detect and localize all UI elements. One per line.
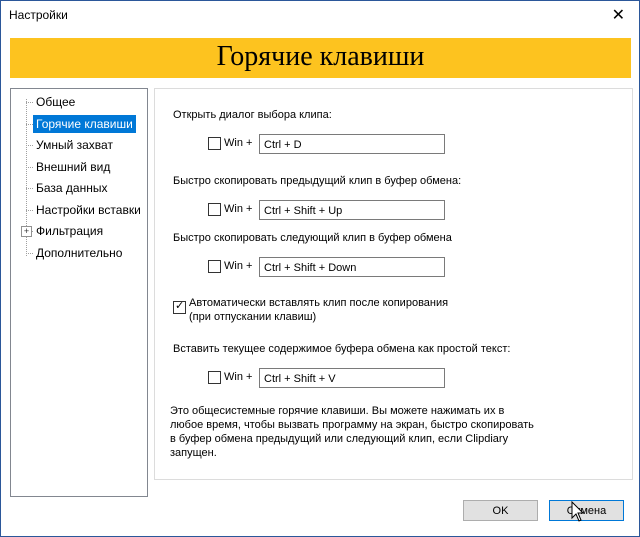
tree-connector — [26, 124, 33, 125]
tree-item-general[interactable]: Общее — [33, 93, 78, 111]
settings-window: Настройки ✕ Горячие клавиши Общее Горячи… — [0, 0, 640, 537]
copy-prev-win-checkbox[interactable] — [208, 203, 221, 216]
paste-plain-win-checkbox[interactable] — [208, 371, 221, 384]
info-text-line-4: запущен. — [170, 447, 217, 459]
paste-plain-label: Вставить текущее содержимое буфера обмен… — [173, 343, 511, 355]
tree-connector — [26, 167, 33, 168]
auto-paste-checkbox[interactable] — [173, 299, 186, 314]
mouse-cursor-icon — [571, 501, 585, 522]
copy-prev-hotkey-field[interactable]: Ctrl + Shift + Up — [259, 200, 445, 220]
info-text-line-3: в буфер обмена предыдущий или следующий … — [170, 433, 509, 445]
auto-paste-label: Автоматически вставлять клип после копир… — [189, 297, 449, 309]
info-text-line-1: Это общесистемные горячие клавиши. Вы мо… — [170, 405, 505, 417]
tree-item-advanced[interactable]: Дополнительно — [33, 244, 125, 262]
copy-prev-win-label: Win + — [224, 203, 253, 215]
open-dialog-hotkey-field[interactable]: Ctrl + D — [259, 134, 445, 154]
copy-next-hotkey-field[interactable]: Ctrl + Shift + Down — [259, 257, 445, 277]
copy-next-label: Быстро скопировать следующий клип в буфе… — [173, 232, 452, 244]
tree-connector — [26, 188, 33, 189]
header-banner: Горячие клавиши — [10, 38, 631, 78]
tree-item-paste-settings[interactable]: Настройки вставки — [33, 201, 144, 219]
hotkeys-panel: Открыть диалог выбора клипа: Win + Ctrl … — [154, 88, 633, 480]
open-dialog-win-label: Win + — [224, 137, 253, 149]
tree-item-appearance[interactable]: Внешний вид — [33, 158, 113, 176]
title-bar: Настройки ✕ — [1, 1, 639, 29]
banner-title: Горячие клавиши — [216, 41, 425, 72]
info-text-line-2: любое время, чтобы вызвать программу на … — [170, 419, 534, 431]
tree-connector — [26, 145, 33, 146]
window-title: Настройки — [9, 8, 68, 22]
open-dialog-label: Открыть диалог выбора клипа: — [173, 109, 332, 121]
copy-next-win-label: Win + — [224, 260, 253, 272]
tree-connector — [26, 102, 33, 103]
tree-item-database[interactable]: База данных — [33, 179, 110, 197]
auto-paste-sublabel: (при отпускании клавиш) — [189, 311, 317, 323]
copy-next-win-checkbox[interactable] — [208, 260, 221, 273]
expand-icon[interactable]: + — [21, 226, 32, 237]
tree-item-smart-capture[interactable]: Умный захват — [33, 136, 116, 154]
ok-button[interactable]: OK — [463, 500, 538, 521]
tree-connector — [26, 253, 33, 254]
tree-item-filtering[interactable]: Фильтрация — [33, 222, 106, 240]
close-icon[interactable]: ✕ — [612, 5, 625, 25]
paste-plain-win-label: Win + — [224, 371, 253, 383]
paste-plain-hotkey-field[interactable]: Ctrl + Shift + V — [259, 368, 445, 388]
cancel-button[interactable]: Отмена — [549, 500, 624, 521]
copy-prev-label: Быстро скопировать предыдущий клип в буф… — [173, 175, 462, 187]
tree-item-hotkeys[interactable]: Горячие клавиши — [33, 115, 136, 133]
open-dialog-win-checkbox[interactable] — [208, 137, 221, 150]
settings-tree: Общее Горячие клавиши Умный захват Внешн… — [10, 88, 148, 497]
tree-connector — [26, 210, 33, 211]
